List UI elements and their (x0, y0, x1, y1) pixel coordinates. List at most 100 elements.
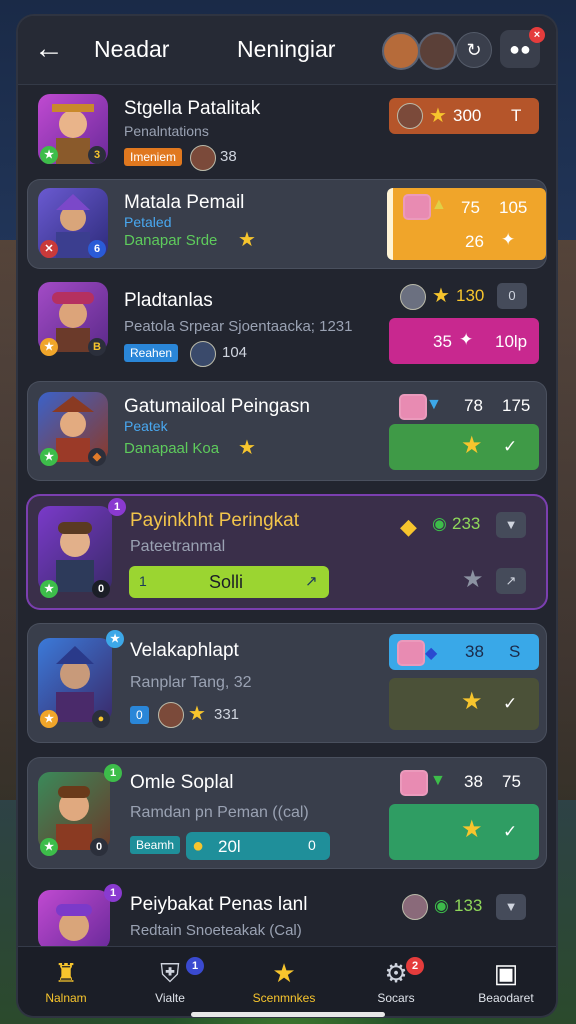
bottom-navigation: ♜ Nalnam ⛨ Vialte ★ Scenmnkes ⚙ Socars ▣… (18, 946, 556, 1016)
reward-left: 35 (433, 332, 452, 351)
reward-box[interactable]: ★ ✓ (389, 804, 539, 860)
gem-icon (400, 770, 428, 796)
nav-label: Beaodaret (478, 991, 534, 1005)
star-icon: ★ (238, 229, 256, 251)
level-badge: ★ (106, 630, 124, 648)
refresh-icon[interactable]: ↻ (456, 32, 492, 68)
player-name: Pladtanlas (124, 290, 213, 311)
player-subtitle: Pateetranmal (130, 538, 226, 555)
sparkle-icon: ✦ (501, 230, 516, 249)
check-icon: ✓ (503, 694, 518, 713)
reward-right: 10lp (495, 332, 528, 351)
header-center-title[interactable]: Neningiar (237, 36, 335, 63)
nav-label: Nalnam (45, 991, 87, 1005)
arrow-up-icon: ▲ (431, 196, 447, 213)
share-icon[interactable]: ↗ (496, 568, 526, 594)
level-icon: B (88, 338, 106, 356)
level-icon: ● (92, 710, 110, 728)
player-subtitle: Penalntations (124, 123, 209, 139)
rank-tag: 0 (130, 706, 149, 724)
nav-scenmnkes[interactable]: ★ Scenmnkes (236, 953, 332, 1013)
count-value: 38 (220, 148, 237, 165)
nav-badge: 1 (186, 957, 204, 975)
star-icon: ★ (461, 688, 483, 715)
reward-right: 75 (502, 772, 521, 791)
arrow-down-icon: ▼ (426, 396, 442, 413)
medal-icon: ★ (40, 338, 58, 356)
star-rank-icon: ★ (40, 838, 58, 856)
player-subtitle: Ramdan pn Peman ((cal) (130, 804, 309, 821)
player-subtitle: Ranplar Tang, 32 (130, 674, 252, 691)
player-name: Matala Pemail (124, 192, 245, 213)
nav-beaodaret[interactable]: ▣ Beaodaret (458, 953, 554, 1013)
score-avatar (402, 894, 428, 920)
reward-box[interactable]: 35 ✦ 10lp (389, 318, 539, 364)
home-indicator[interactable] (191, 1012, 385, 1017)
mini-avatar (190, 341, 216, 367)
nav-socars[interactable]: ⚙ Socars (348, 953, 444, 1013)
star-icon: ★ (238, 437, 256, 459)
castle-icon: ♜ (54, 958, 78, 988)
score-box[interactable]: ★ 300 T (389, 98, 539, 134)
star-icon: ★ (461, 432, 483, 459)
list-item[interactable]: ★ 3 Stgella Patalitak Penalntations Imen… (28, 88, 546, 174)
friend-avatar-2[interactable] (418, 32, 456, 70)
player-name: Peiybakat Penas lanl (130, 894, 308, 915)
score-box[interactable]: ◆ 38 S (389, 634, 539, 670)
mini-avatar (190, 145, 216, 171)
arrow-icon: ↗ (305, 573, 318, 590)
header-left-title[interactable]: Neadar (94, 36, 169, 63)
back-arrow-icon[interactable]: ← (34, 34, 66, 66)
nav-vialte[interactable]: ⛨ Vialte (122, 953, 218, 1013)
progress-level: 1 (139, 573, 147, 589)
reward-box[interactable]: ★ ✓ (389, 424, 539, 470)
player-name: Omle Soplal (130, 772, 234, 793)
score-right: S (509, 642, 521, 661)
list-item[interactable]: ✕ 6 Matala Pemail Petaled Danapar Srde ★… (28, 180, 546, 268)
progress-label: Solli (209, 572, 244, 592)
star-rank-icon: ★ (40, 448, 58, 466)
star-icon: ★ (272, 958, 296, 988)
reward-box[interactable]: ★ ✓ (389, 678, 539, 730)
player-name: Payinkhht Peringkat (130, 510, 299, 531)
list-item[interactable]: ★ ★ ● Velakaphlapt Ranplar Tang, 32 0 ★ … (28, 624, 546, 742)
nav-home[interactable]: ♜ Nalnam (18, 953, 114, 1013)
chevron-down-icon[interactable]: ▼ (496, 894, 526, 920)
rank-tag: Beamh (130, 836, 181, 854)
nav-badge: 2 (406, 957, 424, 975)
reward-box[interactable]: ▲ 75 105 26 ✦ (387, 188, 546, 260)
level-icon: 6 (88, 240, 106, 258)
bag-icon: ▣ (493, 958, 519, 988)
player-status: Danapaal Koa (124, 440, 220, 457)
list-item[interactable]: ★ B Pladtanlas Peatola Srpear Sjoentaack… (28, 278, 546, 370)
arrow-down-icon: ▼ (430, 772, 446, 789)
check-icon: ✓ (503, 437, 518, 456)
chevron-down-icon[interactable]: ▼ (496, 512, 526, 538)
count-value: 331 (214, 706, 240, 723)
reward-right: 105 (499, 198, 528, 217)
reward-left: 38 (464, 772, 483, 791)
sparkle-icon: ✦ (459, 330, 474, 349)
progress-bar[interactable]: 1 Solli ↗ (129, 566, 329, 598)
header-bar: ← Neadar Neningiar ↻ ●● × (18, 16, 556, 85)
score-avatar (400, 284, 426, 310)
reward-right: 175 (502, 396, 531, 415)
medal-icon: ★ (40, 710, 58, 728)
friend-avatar-1[interactable] (382, 32, 420, 70)
progress-bar[interactable]: ● 20l 0 (186, 832, 330, 860)
star-icon: ★ (432, 285, 450, 307)
star-rank-icon: ★ (40, 580, 58, 598)
trophy-icon: T (511, 106, 522, 125)
list-item[interactable]: ★ ◆ Gatumailoal Peingasn Peatek Danapaal… (28, 382, 546, 480)
shield-icon: ◉ (434, 896, 449, 915)
check-icon: ✓ (503, 822, 518, 841)
player-name: Gatumailoal Peingasn (124, 396, 310, 417)
nav-label: Scenmnkes (252, 991, 316, 1005)
level-icon: ◆ (88, 448, 106, 466)
level-badge: 1 (104, 884, 122, 902)
reward-bottom: 26 (465, 232, 484, 251)
list-item[interactable]: 1 ★ 0 Omle Soplal Ramdan pn Peman ((cal)… (28, 758, 546, 868)
list-item[interactable]: 1 ★ 0 Payinkhht Peringkat Pateetranmal 1… (28, 496, 546, 608)
score-right[interactable]: 0 (497, 283, 527, 309)
player-subtitle: Peatek (124, 418, 168, 434)
